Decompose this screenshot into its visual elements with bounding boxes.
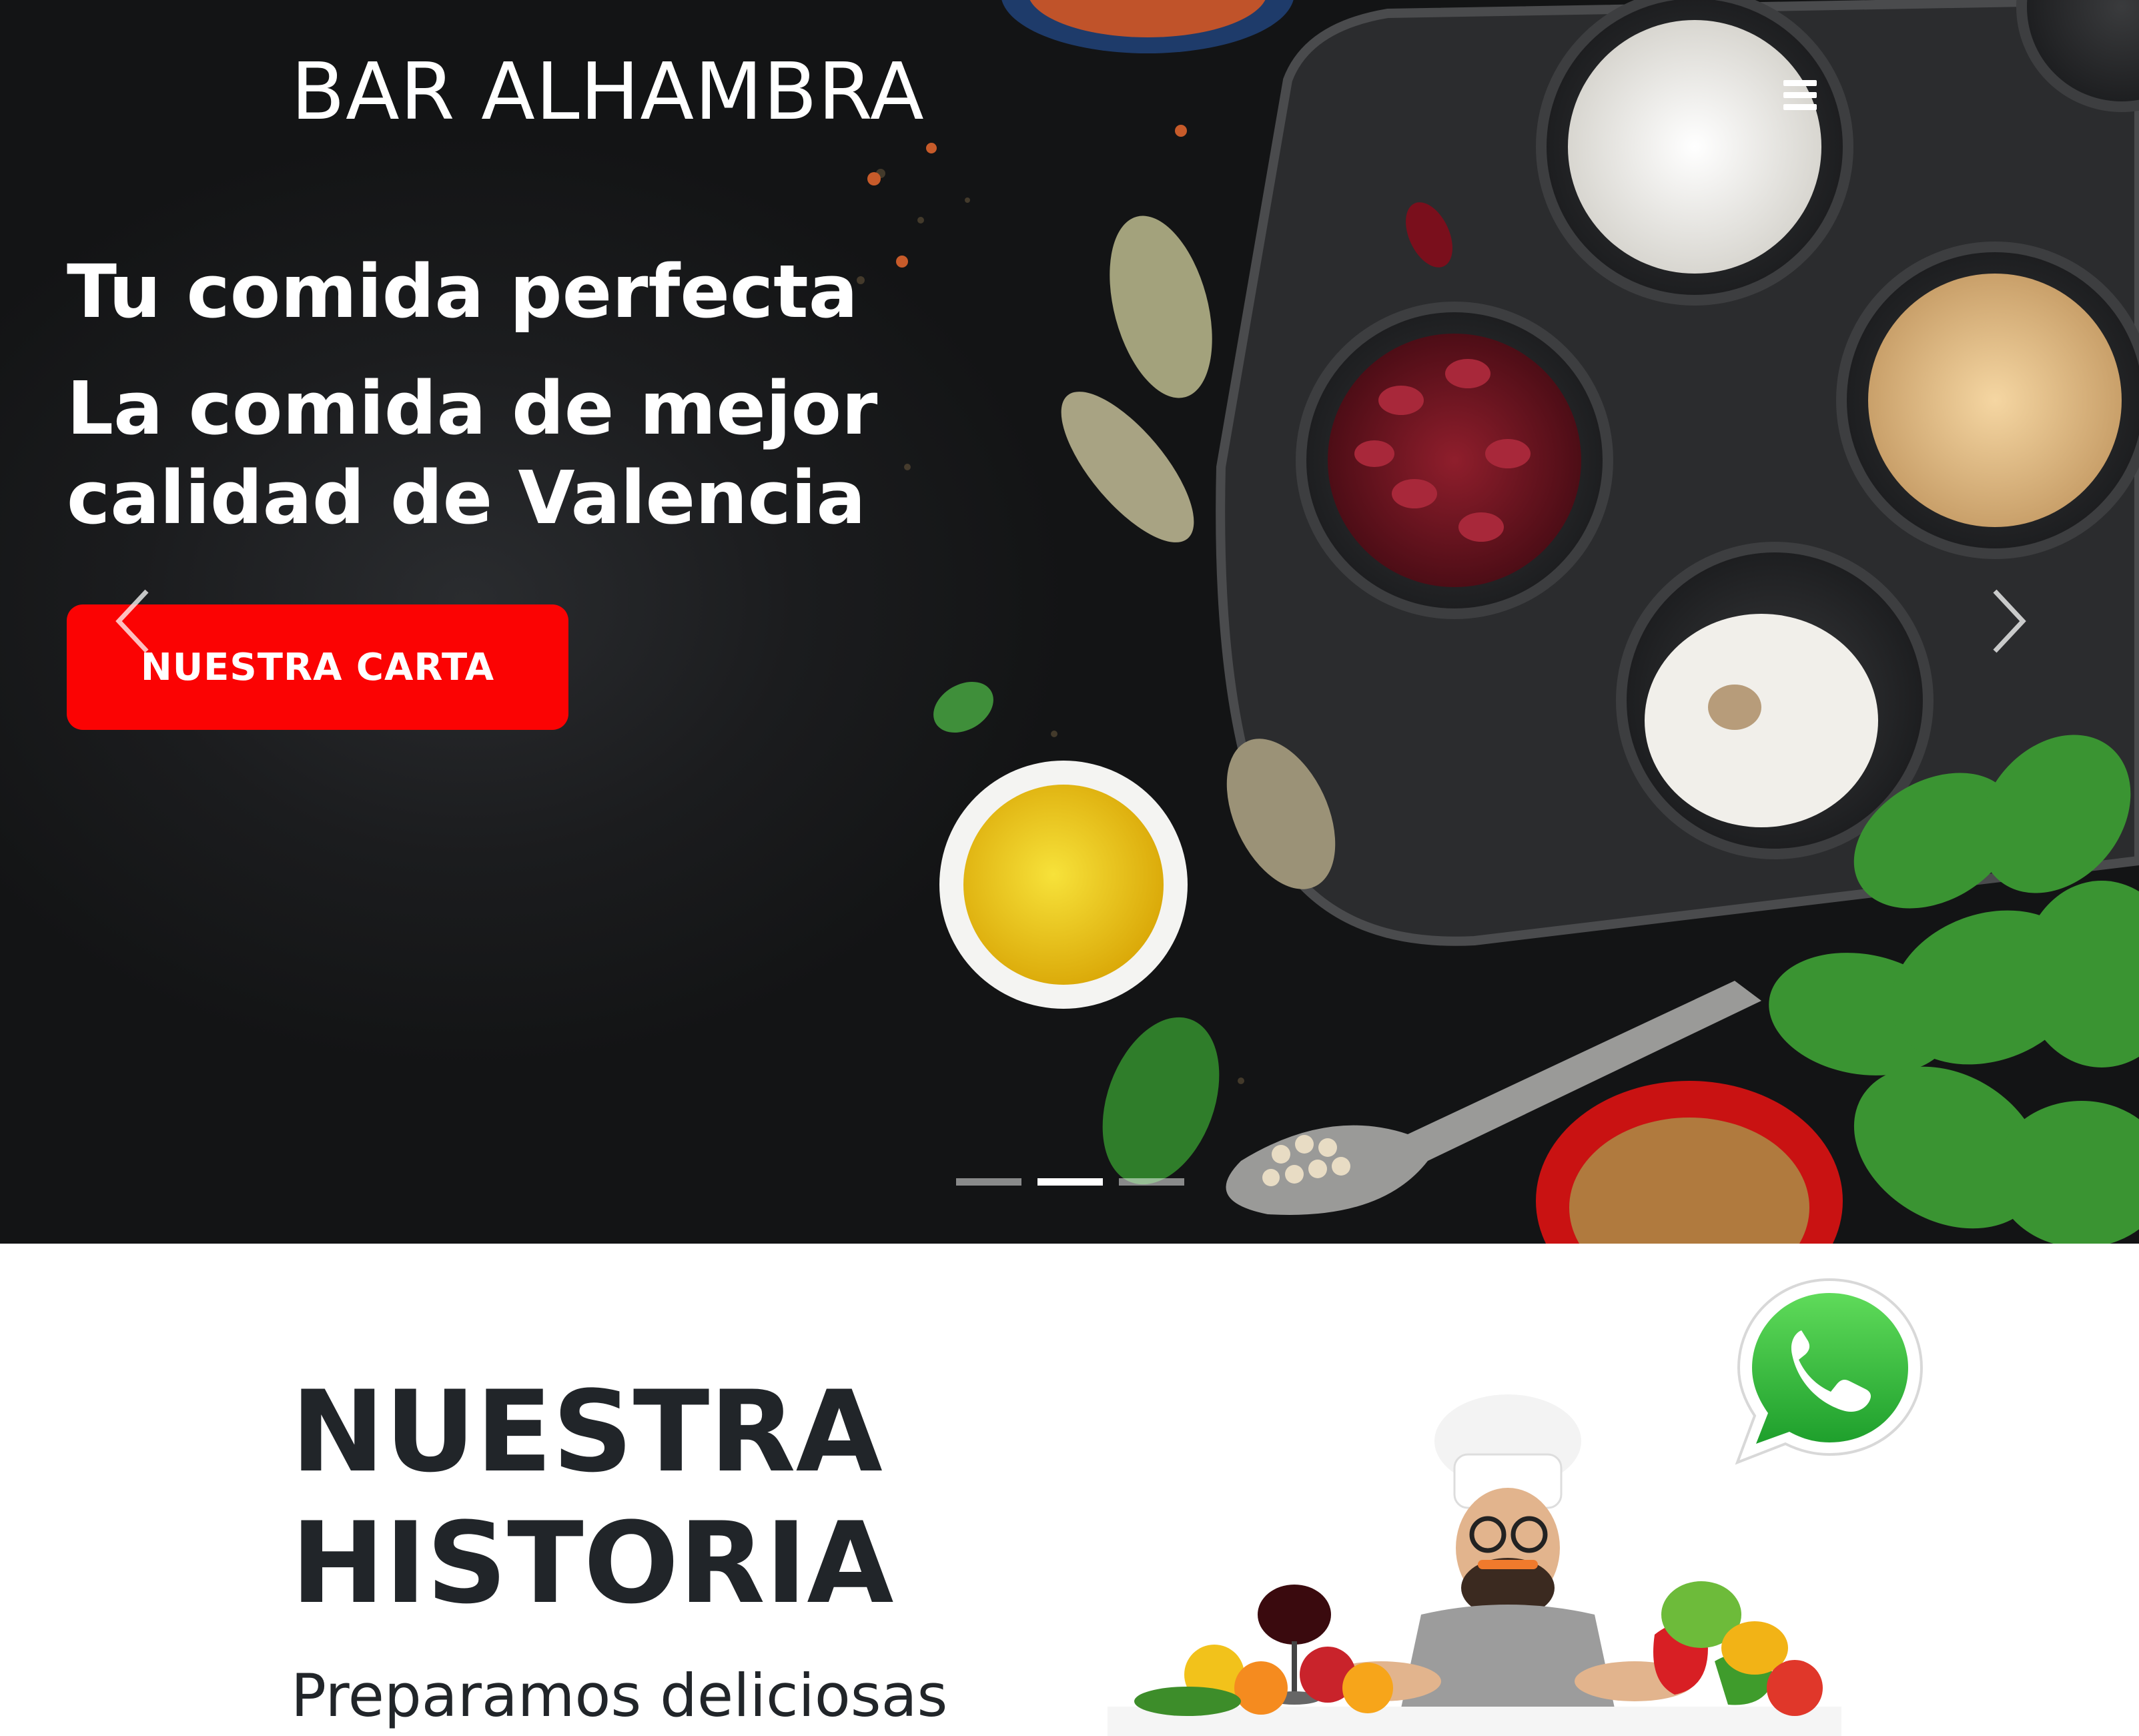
hero-carousel: BAR ALHAMBRA Tu comida perfecta La comid…	[0, 0, 2139, 1244]
hamburger-menu-icon[interactable]	[1779, 75, 1821, 116]
carousel-indicator[interactable]	[956, 1178, 1021, 1186]
hero-headline: Tu comida perfecta	[67, 249, 858, 334]
carousel-indicator[interactable]	[1119, 1178, 1184, 1186]
carousel-indicators	[956, 1178, 1184, 1186]
carousel-indicator-active[interactable]	[1037, 1178, 1103, 1186]
brand-logo-text[interactable]: BAR ALHAMBRA	[291, 52, 925, 131]
story-title: NUESTRA HISTORIA	[291, 1366, 894, 1629]
hero-subheadline: La comida de mejor calidad de Valencia	[67, 366, 878, 541]
story-subtitle: Preparamos deliciosas	[291, 1661, 948, 1730]
chevron-right-icon[interactable]	[1982, 584, 2035, 658]
whatsapp-icon[interactable]	[1729, 1268, 1930, 1474]
chevron-left-icon[interactable]	[107, 584, 160, 658]
